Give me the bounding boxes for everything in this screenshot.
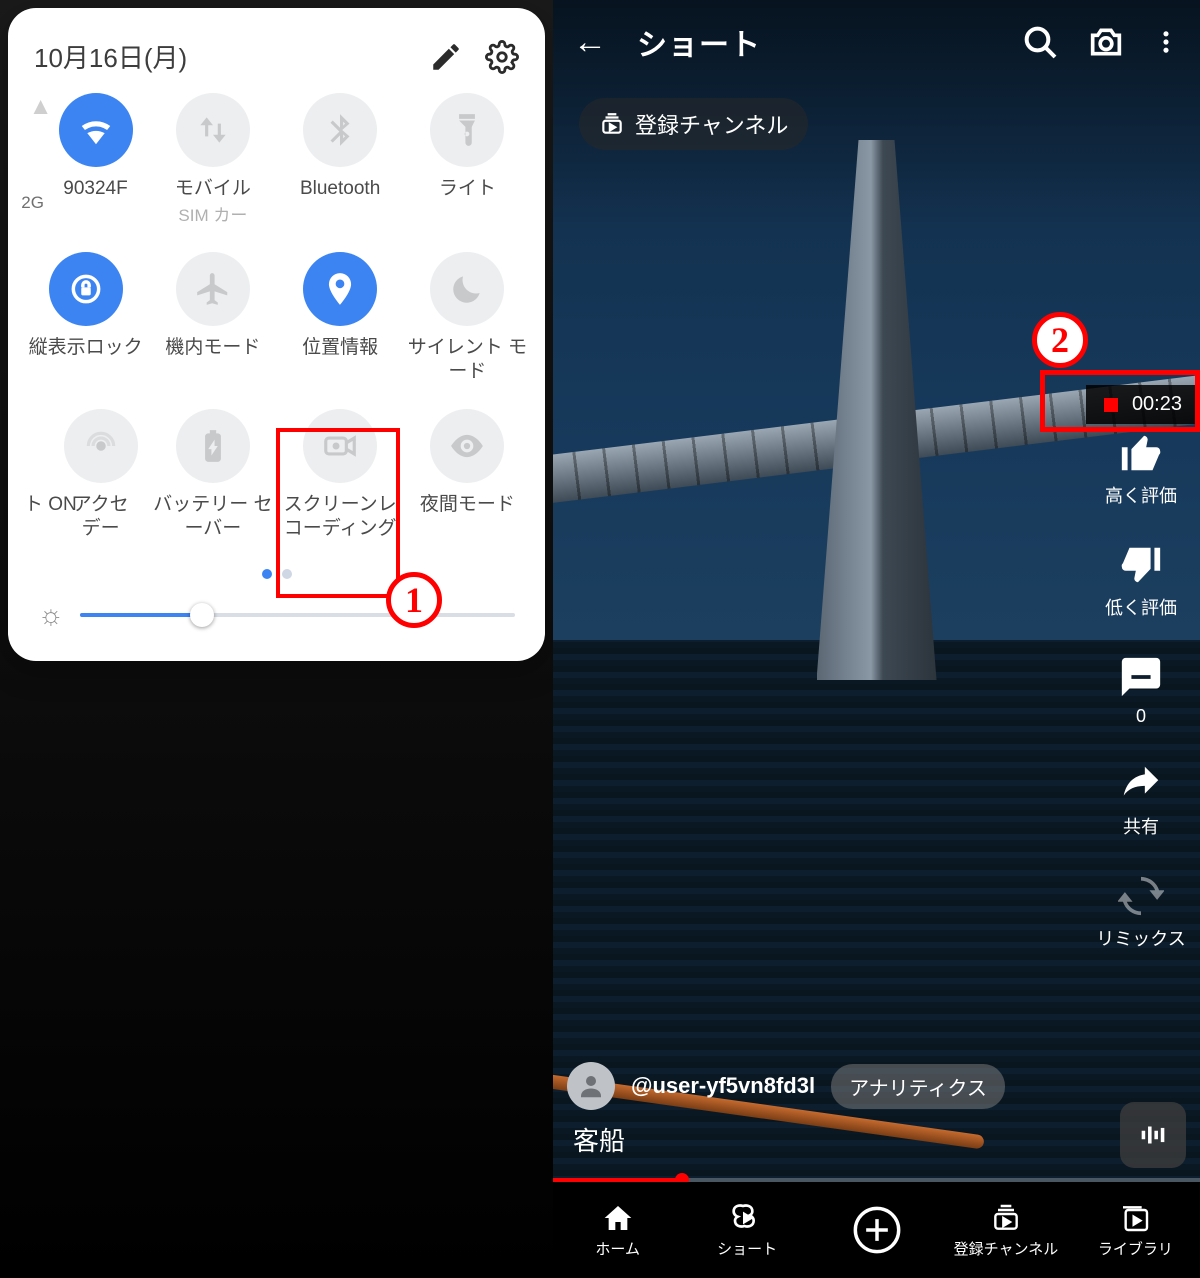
tile-rotation-lock[interactable]: 縦表示ロック <box>22 252 149 384</box>
tile-night-mode[interactable]: 夜間モード <box>404 409 531 541</box>
location-icon <box>321 270 359 308</box>
comments-button[interactable]: 0 <box>1118 654 1164 727</box>
nav-library[interactable]: ライブラリ <box>1071 1182 1200 1278</box>
shorts-icon <box>731 1202 763 1234</box>
shorts-topbar: ← ショート <box>553 14 1200 70</box>
mobile-data-icon <box>194 111 232 149</box>
author-row: @user-yf5vn8fd3l アナリティクス <box>567 1062 1005 1110</box>
tile-sublabel: SIM カー <box>178 201 247 226</box>
video-caption: 客船 <box>573 1121 625 1158</box>
nav-label: ホーム <box>595 1238 640 1259</box>
nav-subscriptions[interactable]: 登録チャンネル <box>941 1182 1070 1278</box>
qs-header: 10月16日(月) <box>22 32 531 93</box>
search-icon[interactable] <box>1020 22 1060 62</box>
remix-label: リミックス <box>1096 925 1185 951</box>
airplane-icon <box>194 270 232 308</box>
nav-label: 登録チャンネル <box>954 1238 1059 1259</box>
subscriptions-chip[interactable]: 登録チャンネル <box>579 98 808 150</box>
brightness-thumb[interactable] <box>190 603 214 627</box>
comments-count: 0 <box>1136 706 1146 727</box>
page-title: ショート <box>637 20 994 64</box>
audio-bars-icon <box>1136 1118 1170 1152</box>
remix-icon <box>1118 873 1164 919</box>
moon-icon <box>448 270 486 308</box>
tile-battery-saver[interactable]: バッテリー セーバー <box>149 409 276 541</box>
subscriptions-nav-icon <box>990 1202 1022 1234</box>
tile-airplane[interactable]: 機内モード <box>149 252 276 384</box>
like-label: 高く評価 <box>1105 482 1177 508</box>
wifi-2g: 2G <box>21 193 44 213</box>
qs-date: 10月16日(月) <box>34 38 407 75</box>
subscriptions-icon <box>599 111 625 137</box>
tile-bluetooth[interactable]: Bluetooth <box>277 93 404 226</box>
tile-label: 位置情報 <box>302 336 378 360</box>
tile-label: アクセ デー <box>73 493 129 541</box>
tile-label: 夜間モード <box>420 493 515 517</box>
home-icon <box>602 1202 634 1234</box>
youtube-shorts-screenshot: ← ショート 登録チャンネル 00:23 2 高く評価 低く評価 0 共有 <box>553 0 1200 1278</box>
audio-source-button[interactable] <box>1120 1102 1186 1168</box>
tile-label: 縦表示ロック <box>29 336 143 360</box>
annotation-badge-2: 2 <box>1032 312 1088 368</box>
tile-label: 90324F <box>63 177 127 201</box>
tile-label: バッテリー セーバー <box>149 493 276 541</box>
wifi-icon <box>77 111 115 149</box>
tile-wifi[interactable]: ▲ 90324F 2G <box>22 93 149 226</box>
back-icon[interactable]: ← <box>573 23 607 62</box>
brightness-slider[interactable]: ☼ <box>22 599 531 631</box>
pager-dot[interactable] <box>262 569 272 579</box>
thumbs-down-icon <box>1118 542 1164 588</box>
share-button[interactable]: 共有 <box>1118 761 1164 839</box>
shorts-side-actions: 高く評価 低く評価 0 共有 リミックス <box>1096 430 1186 951</box>
remix-button[interactable]: リミックス <box>1096 873 1185 951</box>
comment-icon <box>1118 654 1164 700</box>
library-icon <box>1119 1202 1151 1234</box>
battery-saver-icon <box>194 427 232 465</box>
flashlight-icon <box>448 111 486 149</box>
rotation-lock-icon <box>67 270 105 308</box>
prev-tile-fragment: ト ON <box>18 493 77 517</box>
tile-silent[interactable]: サイレント モード <box>404 252 531 384</box>
nav-home[interactable]: ホーム <box>553 1182 682 1278</box>
eye-icon <box>448 427 486 465</box>
tile-label: サイレント モード <box>404 336 531 384</box>
user-handle[interactable]: @user-yf5vn8fd3l <box>631 1073 815 1099</box>
brightness-icon: ☼ <box>38 599 64 631</box>
person-icon <box>576 1071 606 1101</box>
tile-mobile-data[interactable]: モバイル SIM カー <box>149 93 276 226</box>
share-label: 共有 <box>1123 813 1159 839</box>
nav-create[interactable] <box>812 1182 941 1278</box>
tile-flashlight[interactable]: ライト <box>404 93 531 226</box>
hotspot-icon <box>82 427 120 465</box>
android-quick-settings-screenshot: 10月16日(月) ▲ 90324F 2G モ <box>0 0 553 1278</box>
tile-label: ライト <box>439 177 496 201</box>
tile-label: Bluetooth <box>300 177 380 201</box>
nav-label: ライブラリ <box>1098 1238 1173 1259</box>
tile-hotspot[interactable]: ト ON アクセ デー <box>22 409 149 541</box>
dislike-label: 低く評価 <box>1105 594 1177 620</box>
more-vert-icon[interactable] <box>1152 22 1180 62</box>
tile-location[interactable]: 位置情報 <box>277 252 404 384</box>
brightness-track[interactable] <box>80 613 515 617</box>
nav-shorts[interactable]: ショート <box>682 1182 811 1278</box>
plus-circle-icon <box>851 1204 903 1256</box>
tile-label: モバイル <box>175 177 251 201</box>
chip-label: 登録チャンネル <box>635 108 788 140</box>
tile-label: 機内モード <box>165 336 260 360</box>
edit-icon[interactable] <box>429 40 463 74</box>
annotation-box-1 <box>276 428 400 598</box>
annotation-box-2 <box>1040 370 1200 432</box>
analytics-pill[interactable]: アナリティクス <box>831 1064 1005 1109</box>
dislike-button[interactable]: 低く評価 <box>1105 542 1177 620</box>
nav-label: ショート <box>717 1238 777 1259</box>
share-icon <box>1118 761 1164 807</box>
camera-icon[interactable] <box>1086 22 1126 62</box>
like-button[interactable]: 高く評価 <box>1105 430 1177 508</box>
bottom-nav: ホーム ショート 登録チャンネル ライブラリ <box>553 1182 1200 1278</box>
annotation-badge-1: 1 <box>386 572 442 628</box>
gear-icon[interactable] <box>485 40 519 74</box>
avatar[interactable] <box>567 1062 615 1110</box>
bluetooth-icon <box>321 111 359 149</box>
thumbs-up-icon <box>1118 430 1164 476</box>
